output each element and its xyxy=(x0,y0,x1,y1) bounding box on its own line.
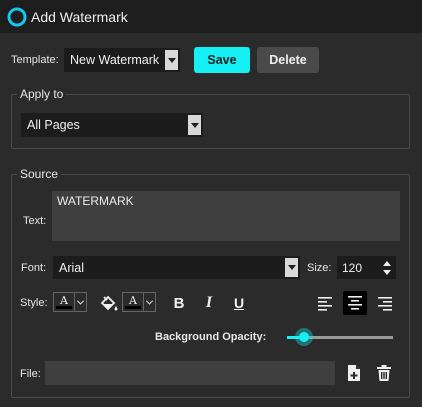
slider-thumb[interactable] xyxy=(299,332,309,342)
logo-icon xyxy=(7,7,27,26)
watermark-text-input[interactable]: WATERMARK xyxy=(52,191,400,241)
align-center-icon[interactable] xyxy=(343,291,367,315)
align-right-icon[interactable] xyxy=(376,294,394,312)
chevron-down-icon xyxy=(285,258,298,277)
template-select[interactable]: New Watermark xyxy=(64,48,180,72)
fill-bucket-icon[interactable] xyxy=(99,293,119,313)
align-left-icon[interactable] xyxy=(316,294,334,312)
add-file-icon[interactable] xyxy=(346,364,362,382)
delete-button[interactable]: Delete xyxy=(257,47,319,73)
highlight-color-swatch: A xyxy=(122,292,144,312)
spin-arrows-icon[interactable] xyxy=(382,258,392,278)
text-color-swatch: A xyxy=(53,292,75,312)
size-value: 120 xyxy=(342,260,363,275)
font-select-value: Arial xyxy=(59,260,85,275)
chevron-down-icon xyxy=(188,115,201,135)
font-select[interactable]: Arial xyxy=(53,256,300,279)
opacity-slider[interactable] xyxy=(287,330,393,344)
style-label: Style: xyxy=(20,297,48,309)
size-label: Size: xyxy=(307,262,332,274)
title-bar: Add Watermark xyxy=(0,0,422,33)
save-button[interactable]: Save xyxy=(194,47,250,73)
opacity-label: Background Opacity: xyxy=(155,331,267,343)
template-label: Template: xyxy=(11,54,59,66)
text-label: Text: xyxy=(23,215,47,227)
source-legend: Source xyxy=(17,167,62,181)
file-label: File: xyxy=(20,368,41,380)
font-label: Font: xyxy=(21,262,47,274)
chevron-down-icon xyxy=(165,50,178,70)
text-color-picker[interactable]: A xyxy=(53,291,87,313)
apply-to-legend: Apply to xyxy=(17,87,67,101)
file-path-input[interactable] xyxy=(45,361,335,385)
italic-button[interactable]: I xyxy=(199,293,219,313)
apply-to-select-value: All Pages xyxy=(27,118,80,132)
chevron-down-icon xyxy=(144,292,156,312)
underline-button[interactable]: U xyxy=(229,293,249,313)
trash-icon[interactable] xyxy=(376,364,392,382)
window-title: Add Watermark xyxy=(31,8,128,25)
highlight-color-picker[interactable]: A xyxy=(122,291,156,313)
chevron-down-icon xyxy=(75,292,87,312)
bold-button[interactable]: B xyxy=(169,293,189,313)
template-select-value: New Watermark xyxy=(70,53,160,67)
size-stepper[interactable]: 120 xyxy=(337,256,396,279)
apply-to-select[interactable]: All Pages xyxy=(21,113,203,137)
